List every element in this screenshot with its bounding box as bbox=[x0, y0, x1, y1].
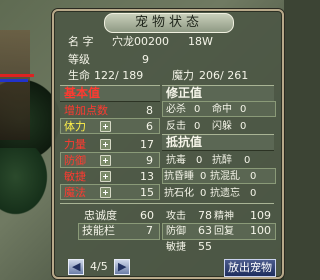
page-indicator: 4/5 bbox=[90, 260, 108, 273]
hit-value: 0 bbox=[240, 104, 247, 115]
window-title: 宠物状态 bbox=[104, 13, 234, 33]
recovery-label: 回复 bbox=[214, 226, 234, 237]
resist-poison-value: 0 bbox=[196, 155, 203, 166]
prev-page-button[interactable]: ◀ bbox=[68, 259, 84, 275]
pet-name-extra: 18W bbox=[188, 35, 213, 48]
level-value: 9 bbox=[142, 53, 149, 66]
skill-slots-label: 技能栏 bbox=[82, 224, 115, 237]
agility2-value: 55 bbox=[198, 240, 212, 253]
correction-section-header: 修正值 bbox=[166, 86, 203, 100]
attack-label: 攻击 bbox=[166, 211, 186, 222]
add-points-label: 增加点数 bbox=[64, 104, 108, 117]
resist-sleep-label: 抗昏睡 bbox=[164, 171, 194, 182]
skill-slots-value: 7 bbox=[146, 224, 153, 237]
stat-label-strength: 力量 bbox=[64, 138, 86, 151]
resist-forget-value: 0 bbox=[250, 188, 257, 199]
right-arrow-icon: ▶ bbox=[118, 260, 127, 273]
resist-drunk-label: 抗醉 bbox=[212, 155, 232, 166]
title-bar[interactable]: 宠物状态 bbox=[54, 11, 282, 33]
add-agility-plus-icon[interactable] bbox=[100, 171, 111, 182]
loyalty-value: 60 bbox=[140, 209, 154, 222]
resist-forget-label: 抗遗忘 bbox=[210, 188, 240, 199]
add-points-value: 8 bbox=[146, 104, 153, 117]
agility2-label: 敏捷 bbox=[166, 242, 186, 253]
pet-status-window: 宠物状态 名 字 穴龙00200 18W 等级 9 生命 122/ 189 魔力… bbox=[52, 9, 284, 279]
stat-label-vitality: 体力 bbox=[64, 120, 86, 133]
attack-value: 78 bbox=[198, 209, 212, 222]
background-character bbox=[0, 30, 30, 140]
basic-section-header: 基本值 bbox=[64, 86, 101, 100]
hp-value: 122/ 189 bbox=[94, 69, 144, 82]
spirit-label: 精神 bbox=[214, 211, 234, 222]
stat-label-magic: 魔法 bbox=[64, 186, 86, 199]
critical-value: 0 bbox=[194, 104, 201, 115]
stat-value-agility: 13 bbox=[140, 170, 154, 183]
add-defense-plus-icon[interactable] bbox=[100, 155, 111, 166]
resist-confuse-value: 0 bbox=[250, 171, 257, 182]
stat-value-magic: 15 bbox=[140, 186, 154, 199]
critical-label: 必杀 bbox=[166, 104, 186, 115]
stat-value-defense: 9 bbox=[146, 154, 153, 167]
defense2-label: 防御 bbox=[166, 226, 186, 237]
resist-drunk-value: 0 bbox=[244, 155, 251, 166]
add-strength-plus-icon[interactable] bbox=[100, 139, 111, 150]
resistance-section-header: 抵抗值 bbox=[166, 135, 203, 149]
stat-value-strength: 17 bbox=[140, 138, 154, 151]
next-page-button[interactable]: ▶ bbox=[114, 259, 130, 275]
name-label: 名 字 bbox=[68, 35, 94, 48]
resist-poison-label: 抗毒 bbox=[166, 155, 186, 166]
divider bbox=[60, 203, 274, 204]
pet-name: 穴龙00200 bbox=[112, 35, 169, 48]
add-magic-plus-icon[interactable] bbox=[100, 187, 111, 198]
stat-value-vitality: 6 bbox=[146, 120, 153, 133]
spirit-value: 109 bbox=[250, 209, 271, 222]
hit-label: 命中 bbox=[212, 104, 232, 115]
dodge-value: 0 bbox=[240, 121, 247, 132]
resist-confuse-label: 抗混乱 bbox=[210, 171, 240, 182]
release-pet-button[interactable]: 放出宠物 bbox=[224, 259, 276, 277]
mp-label: 魔力 bbox=[172, 69, 194, 82]
resist-petrify-value: 0 bbox=[200, 188, 207, 199]
loyalty-label: 忠诚度 bbox=[84, 209, 117, 222]
stat-label-defense: 防御 bbox=[64, 154, 86, 167]
resist-petrify-label: 抗石化 bbox=[164, 188, 194, 199]
resist-sleep-value: 0 bbox=[200, 171, 207, 182]
defense2-value: 63 bbox=[198, 224, 212, 237]
add-vitality-plus-icon[interactable] bbox=[100, 121, 111, 132]
level-label: 等级 bbox=[68, 53, 90, 66]
dodge-label: 闪躲 bbox=[212, 121, 232, 132]
left-arrow-icon: ◀ bbox=[72, 260, 81, 273]
background-tree bbox=[0, 148, 52, 220]
stat-label-agility: 敏捷 bbox=[64, 170, 86, 183]
counter-label: 反击 bbox=[166, 121, 186, 132]
mp-value: 206/ 261 bbox=[199, 69, 249, 82]
background-mp-bar bbox=[0, 79, 28, 82]
recovery-value: 100 bbox=[250, 224, 271, 237]
counter-value: 0 bbox=[194, 121, 201, 132]
hp-label: 生命 bbox=[68, 69, 90, 82]
background-hp-bar bbox=[0, 74, 34, 77]
